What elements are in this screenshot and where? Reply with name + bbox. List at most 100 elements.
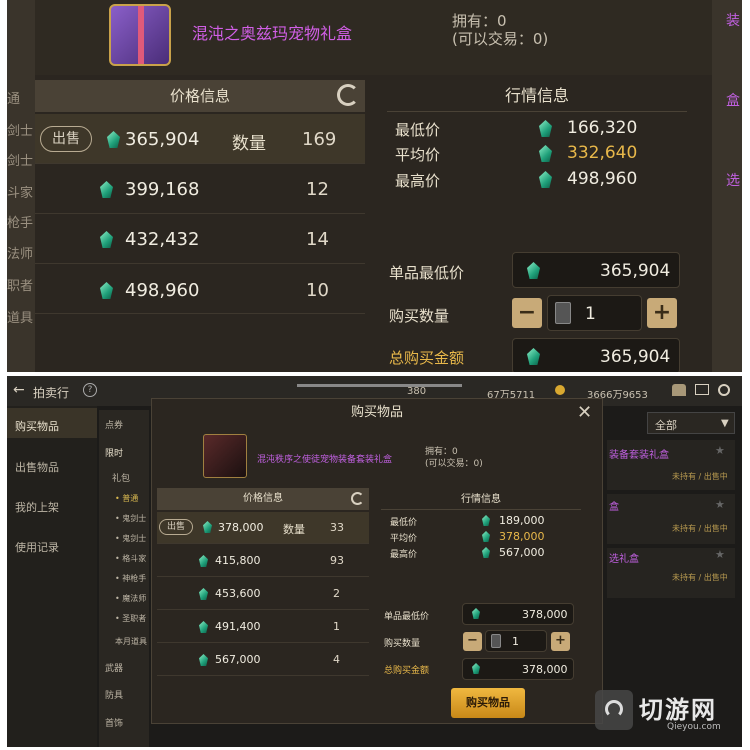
modal-price-title: 价格信息 (243, 493, 283, 504)
calculator-icon[interactable] (491, 634, 501, 648)
buy-qty-value: 1 (585, 304, 596, 324)
modal-listing-qty: 4 (333, 653, 340, 666)
sidebar-item-history[interactable]: 使用记录 (15, 539, 59, 555)
item-icon (203, 434, 247, 478)
top-screenshot: 通 剑士 剑士 斗家 枪手 法师 职者 道具 装 盒 选 混沌之奥兹玛宠物礼盒 … (7, 0, 742, 372)
currency-1: 380 (407, 386, 427, 397)
modal-title: 购买物品 (350, 405, 403, 420)
min-price-value: 166,320 (567, 118, 638, 138)
edge-left-2: 剑士 (7, 154, 34, 169)
modal-unit-min-value: 378,000 (522, 608, 568, 621)
qty-label: 数量 (232, 134, 266, 154)
price-info-title: 价格信息 (169, 87, 230, 105)
modal-listing-qty: 33 (330, 521, 344, 534)
close-icon[interactable]: ✕ (577, 402, 592, 423)
modal-buy-qty-label: 购买数量 (384, 639, 421, 649)
star-icon[interactable]: ★ (715, 498, 725, 511)
modal-listing-qty: 1 (333, 620, 340, 633)
total-value: 365,904 (600, 347, 671, 367)
settings-icon[interactable] (718, 384, 730, 396)
unit-min-label: 单品最低价 (389, 264, 465, 282)
back-arrow-icon[interactable]: ← (13, 382, 25, 398)
help-icon[interactable]: ? (83, 383, 97, 397)
subnav-item[interactable]: • 圣职者 (115, 613, 146, 624)
dropdown-value: 全部 (655, 419, 677, 432)
calculator-icon[interactable] (555, 302, 571, 324)
edge-right-0: 装 (726, 13, 740, 29)
subnav-item[interactable]: 本月道具 (115, 636, 147, 647)
subnav-item[interactable]: 武器 (105, 661, 123, 674)
sidebar-item-buy[interactable]: 购买物品 (15, 418, 59, 434)
min-price-label: 最低价 (395, 121, 441, 139)
refresh-icon[interactable] (337, 84, 359, 106)
modal-listing-qty: 2 (333, 587, 340, 600)
edge-left-7: 道具 (7, 311, 34, 326)
subnav-item[interactable]: • 鬼剑士 (115, 533, 146, 544)
modal-minus-button[interactable]: − (463, 632, 482, 651)
sidebar-item-sell[interactable]: 出售物品 (15, 459, 59, 475)
subnav-item[interactable]: 礼包 (112, 471, 130, 484)
listing-price-2: 432,432 (125, 229, 200, 250)
modal-buy-qty-value: 1 (512, 635, 519, 648)
gem-icon (539, 120, 552, 137)
plus-button[interactable]: + (647, 298, 677, 328)
sidebar (7, 406, 97, 747)
sell-button[interactable]: 出售 (40, 126, 92, 152)
refresh-icon[interactable] (351, 492, 364, 505)
listing-price-1: 399,168 (125, 179, 200, 200)
modal-listing-price: 378,000 (218, 521, 264, 534)
subnav-item[interactable]: • 普通 (115, 493, 138, 504)
edge-left-5: 法师 (7, 247, 34, 262)
modal-listing-price: 415,800 (215, 554, 261, 567)
modal-total-label: 总购买金额 (384, 666, 430, 676)
listing-qty-2: 14 (306, 229, 329, 250)
modal-listing-price: 453,600 (215, 587, 261, 600)
modal-max-value: 567,000 (499, 546, 545, 559)
max-price-label: 最高价 (395, 172, 441, 190)
subnav-item[interactable]: 首饰 (105, 716, 123, 729)
listing-qty-0: 169 (302, 129, 337, 150)
edge-left-3: 斗家 (7, 186, 34, 201)
market-info-header: 行情信息 (387, 80, 687, 112)
modal-total-value: 378,000 (522, 663, 568, 676)
price-info-header: 价格信息 (35, 80, 365, 112)
list-item-status: 未持有 / 出售中 (672, 472, 728, 481)
modal-qty-label: 数量 (283, 523, 305, 536)
subnav-item[interactable]: 防具 (105, 688, 123, 701)
minus-button[interactable]: − (512, 298, 542, 328)
subnav-item[interactable]: • 魔法师 (115, 593, 146, 604)
modal-avg-label: 平均价 (390, 534, 418, 544)
subnav-item[interactable]: • 鬼剑士 (115, 513, 146, 524)
list-item-name: 选礼盒 (609, 554, 639, 565)
buy-item-button[interactable]: 购买物品 (451, 688, 525, 718)
modal-max-label: 最高价 (390, 550, 418, 560)
edge-right-1: 盒 (726, 93, 740, 109)
edge-left-4: 枪手 (7, 216, 34, 231)
modal-sell-button[interactable]: 出售 (159, 519, 193, 535)
list-item-status: 未持有 / 出售中 (672, 524, 728, 533)
modal-listing-price: 567,000 (215, 653, 261, 666)
star-icon[interactable]: ★ (715, 444, 725, 457)
modal-market-header: 行情信息 (381, 490, 581, 510)
chevron-down-icon[interactable]: ▼ (721, 418, 729, 429)
subnav-item[interactable]: • 格斗家 (115, 553, 146, 564)
gold-coin-icon (555, 385, 565, 395)
sidebar-item-my-listings[interactable]: 我的上架 (15, 499, 59, 515)
star-icon[interactable]: ★ (715, 548, 725, 561)
modal-listing-qty: 93 (330, 554, 344, 567)
buy-qty-label: 购买数量 (389, 307, 450, 325)
shop-icon[interactable] (672, 384, 686, 396)
subnav-item[interactable]: • 神枪手 (115, 573, 146, 584)
list-item-name: 盒 (609, 502, 619, 513)
modal-item-name: 混沌秩序之使徒宠物装备套装礼盒 (257, 455, 393, 465)
mail-icon[interactable] (695, 384, 709, 395)
subnav-item[interactable]: 限时 (105, 446, 123, 459)
gem-icon (539, 171, 552, 188)
watermark-text: 切游网 (639, 696, 717, 724)
listing-price-0: 365,904 (125, 129, 200, 150)
subnav-item[interactable]: 点券 (105, 418, 123, 431)
modal-plus-button[interactable]: + (551, 632, 570, 651)
total-label: 总购买金额 (389, 349, 465, 367)
status-bar (297, 384, 462, 387)
gem-icon (539, 145, 552, 162)
